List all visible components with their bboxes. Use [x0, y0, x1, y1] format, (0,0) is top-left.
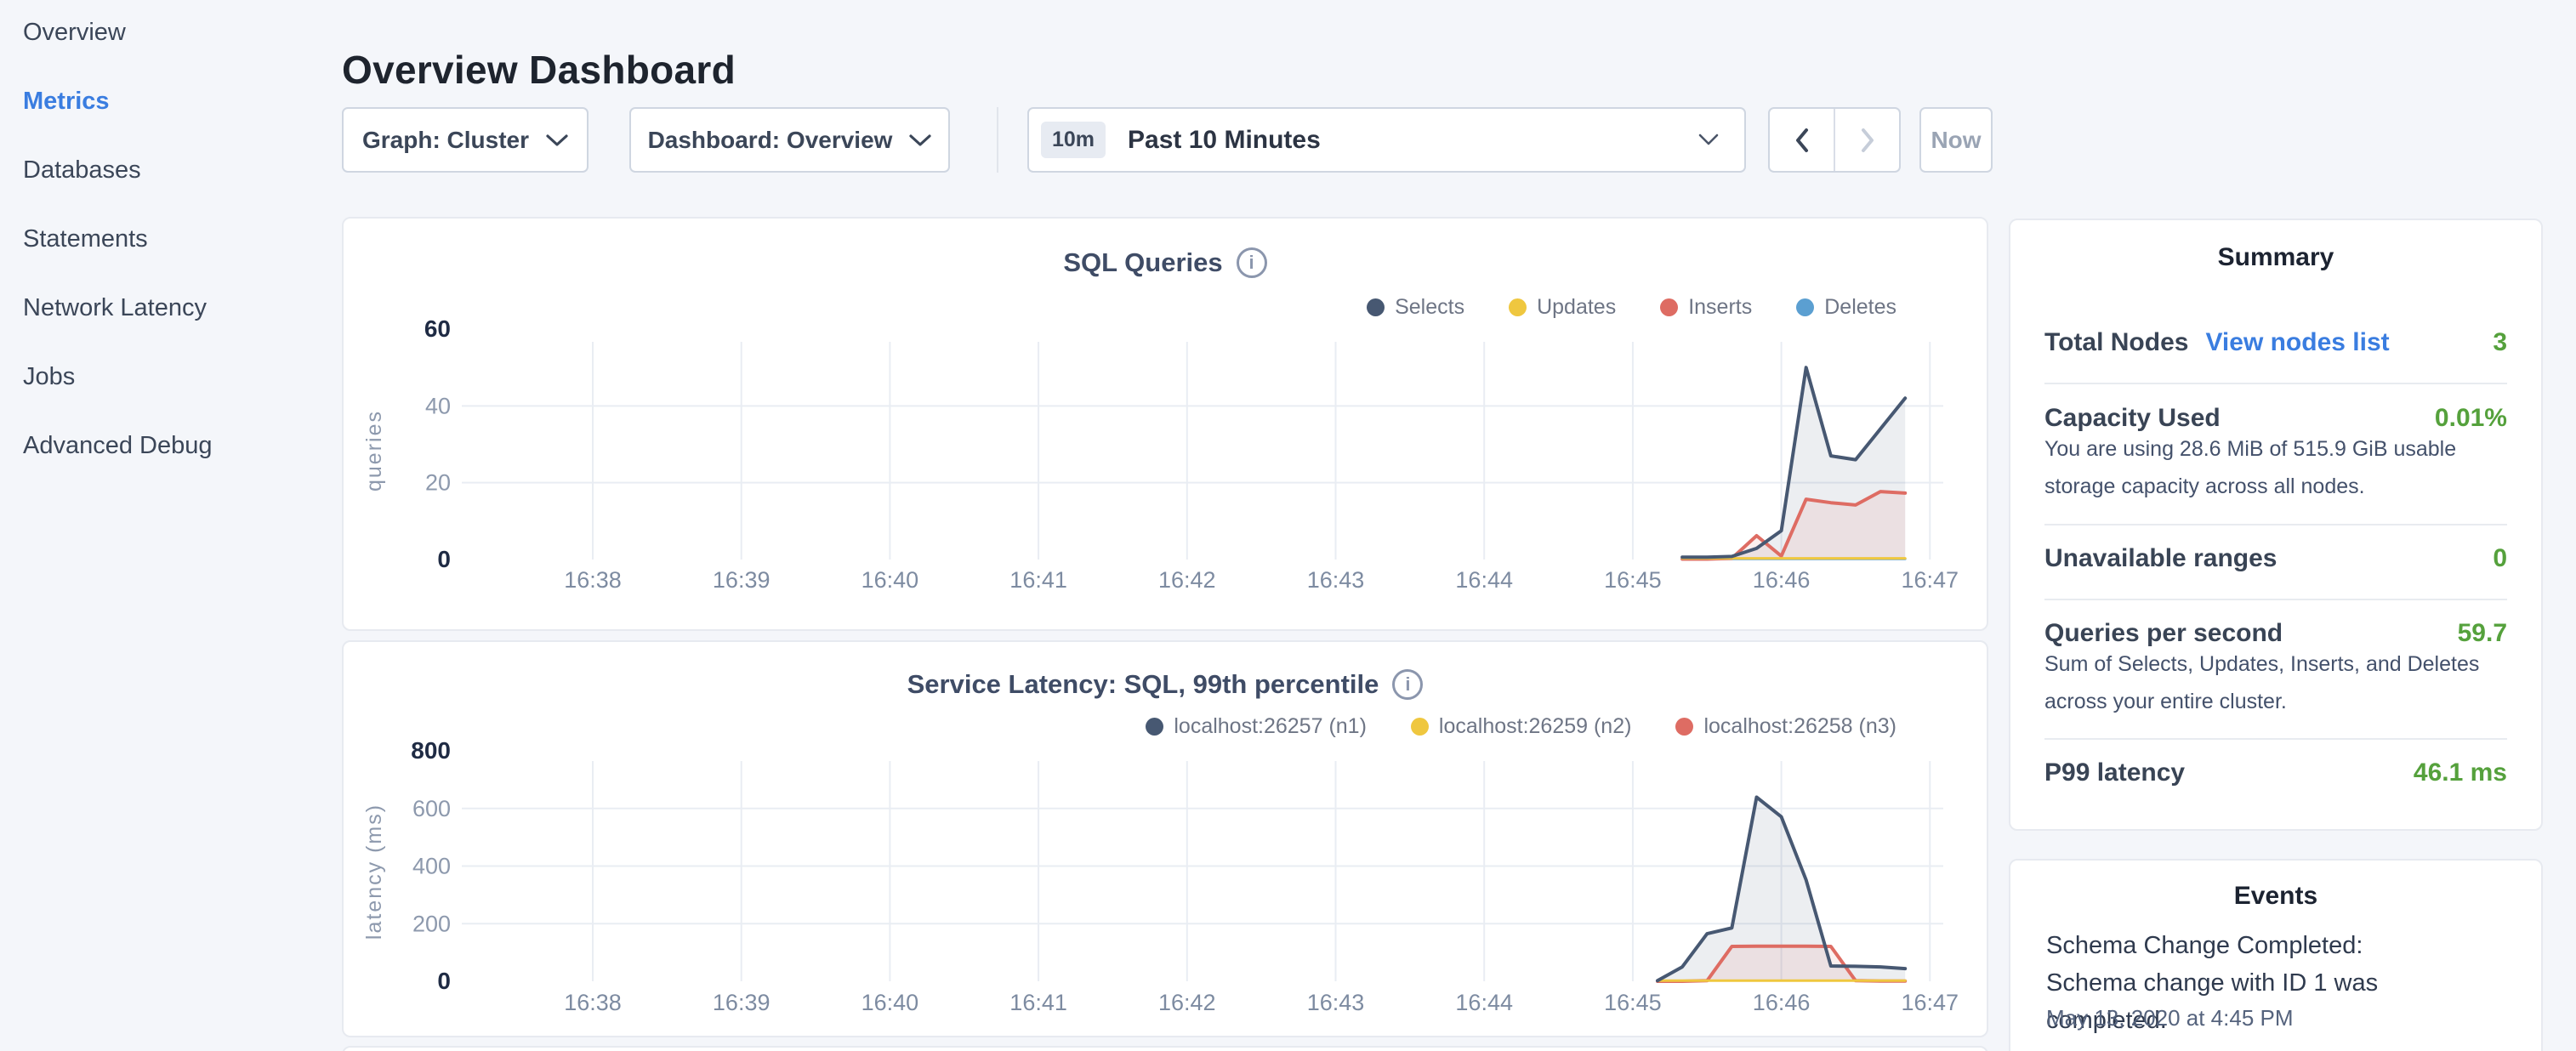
y-tick-label: 0	[437, 546, 451, 572]
x-tick-label: 16:41	[1009, 567, 1067, 593]
sidebar-item-statements[interactable]: Statements	[23, 226, 329, 252]
divider	[2044, 524, 2507, 526]
sidebar-item-databases[interactable]: Databases	[23, 157, 329, 183]
summary-label: Capacity Used	[2044, 404, 2221, 433]
chevron-down-icon	[546, 134, 568, 147]
time-step-buttons	[1768, 107, 1901, 173]
summary-value: 3	[2493, 328, 2507, 357]
x-tick-label: 16:39	[713, 990, 771, 1015]
summary-label: Unavailable ranges	[2044, 544, 2277, 573]
chevron-down-icon	[1698, 134, 1719, 146]
divider	[2044, 599, 2507, 600]
x-tick-label: 16:44	[1455, 990, 1513, 1015]
x-tick-label: 16:47	[1902, 567, 1959, 593]
y-tick-label: 0	[437, 968, 451, 994]
sql-queries-plot[interactable]: 16:38 16:39 16:40 16:41 16:42 16:43 16:44 16:45…	[344, 219, 1987, 629]
view-nodes-list-link[interactable]: View nodes list	[2205, 328, 2389, 357]
x-tick-label: 16:45	[1604, 990, 1662, 1015]
x-tick-label: 16:38	[564, 567, 622, 593]
now-button-label: Now	[1931, 127, 1981, 154]
sidebar-item-jobs[interactable]: Jobs	[23, 364, 329, 389]
summary-panel: Summary Total Nodes View nodes list 3 Ca…	[2009, 219, 2543, 831]
chevron-right-icon	[1858, 127, 1877, 154]
next-chart-card	[342, 1046, 1988, 1051]
graph-scope-dropdown-label: Graph: Cluster	[362, 127, 529, 154]
summary-title: Summary	[2010, 243, 2541, 272]
summary-row-total-nodes: Total Nodes View nodes list 3	[2044, 328, 2507, 357]
summary-row-queries-per-second: Queries per second 59.7	[2044, 619, 2507, 648]
x-tick-label: 16:44	[1455, 567, 1513, 593]
x-tick-label: 16:43	[1307, 990, 1365, 1015]
summary-value: 0.01%	[2435, 404, 2507, 433]
y-tick-label: 400	[412, 854, 451, 879]
y-axis-label: queries	[362, 410, 386, 491]
event-timestamp: May 13, 2020 at 4:45 PM	[2046, 1005, 2471, 1031]
divider	[2044, 383, 2507, 384]
y-tick-label: 200	[412, 911, 451, 936]
x-tick-label: 16:46	[1753, 990, 1811, 1015]
divider	[2044, 738, 2507, 740]
x-tick-label: 16:38	[564, 990, 622, 1015]
x-tick-label: 16:42	[1158, 990, 1216, 1015]
x-tick-label: 16:41	[1009, 990, 1067, 1015]
summary-row-unavailable-ranges: Unavailable ranges 0	[2044, 544, 2507, 573]
y-tick-label: 800	[411, 737, 451, 764]
time-range-label: Past 10 Minutes	[1128, 126, 1698, 155]
graph-scope-dropdown[interactable]: Graph: Cluster	[342, 107, 589, 173]
summary-row-p99-latency: P99 latency 46.1 ms	[2044, 758, 2507, 787]
summary-description: Sum of Selects, Updates, Inserts, and De…	[2044, 645, 2511, 720]
events-title: Events	[2010, 882, 2541, 911]
y-tick-label: 600	[412, 796, 451, 821]
dashboard-dropdown[interactable]: Dashboard: Overview	[629, 107, 950, 173]
x-tick-label: 16:40	[862, 990, 919, 1015]
events-panel: Events Schema Change Completed: Schema c…	[2009, 859, 2543, 1051]
summary-value: 0	[2493, 544, 2507, 573]
x-tick-label: 16:39	[713, 567, 771, 593]
summary-label: P99 latency	[2044, 758, 2185, 787]
summary-label: Total Nodes	[2044, 328, 2188, 357]
summary-row-capacity: Capacity Used 0.01%	[2044, 404, 2507, 433]
summary-value: 59.7	[2458, 619, 2507, 648]
now-button[interactable]: Now	[1919, 107, 1993, 173]
summary-label: Queries per second	[2044, 619, 2283, 648]
summary-description: You are using 28.6 MiB of 515.9 GiB usab…	[2044, 430, 2511, 505]
page-title: Overview Dashboard	[342, 47, 736, 93]
sidebar-item-overview[interactable]: Overview	[23, 20, 329, 45]
toolbar-divider	[997, 107, 998, 173]
sql-queries-chart-card: SQL Queries i Selects Updates Inserts De…	[342, 217, 1988, 631]
service-latency-chart-card: Service Latency: SQL, 99th percentile i …	[342, 640, 1988, 1037]
sidebar-item-advanced-debug[interactable]: Advanced Debug	[23, 433, 329, 458]
y-tick-label: 40	[425, 393, 451, 418]
chevron-down-icon	[909, 134, 931, 147]
sidebar: Overview Metrics Databases Statements Ne…	[23, 20, 329, 502]
summary-value: 46.1 ms	[2414, 758, 2507, 787]
x-tick-label: 16:45	[1604, 567, 1662, 593]
time-range-badge: 10m	[1041, 122, 1106, 158]
service-latency-plot[interactable]: 16:38 16:39 16:40 16:41 16:42 16:43 16:44 16:45…	[344, 642, 1987, 1036]
time-step-back-button[interactable]	[1770, 109, 1834, 171]
y-tick-label: 20	[425, 470, 451, 496]
y-axis-label: latency (ms)	[362, 804, 386, 940]
x-tick-label: 16:47	[1902, 990, 1959, 1015]
sidebar-item-metrics[interactable]: Metrics	[23, 88, 329, 114]
chevron-left-icon	[1793, 127, 1811, 154]
sidebar-item-network-latency[interactable]: Network Latency	[23, 295, 329, 321]
x-tick-label: 16:46	[1753, 567, 1811, 593]
x-tick-label: 16:42	[1158, 567, 1216, 593]
time-range-dropdown[interactable]: 10m Past 10 Minutes	[1027, 107, 1746, 173]
x-tick-label: 16:40	[862, 567, 919, 593]
x-tick-label: 16:43	[1307, 567, 1365, 593]
dashboard-dropdown-label: Dashboard: Overview	[648, 127, 893, 154]
y-tick-label: 60	[424, 315, 451, 342]
time-step-forward-button[interactable]	[1835, 109, 1899, 171]
